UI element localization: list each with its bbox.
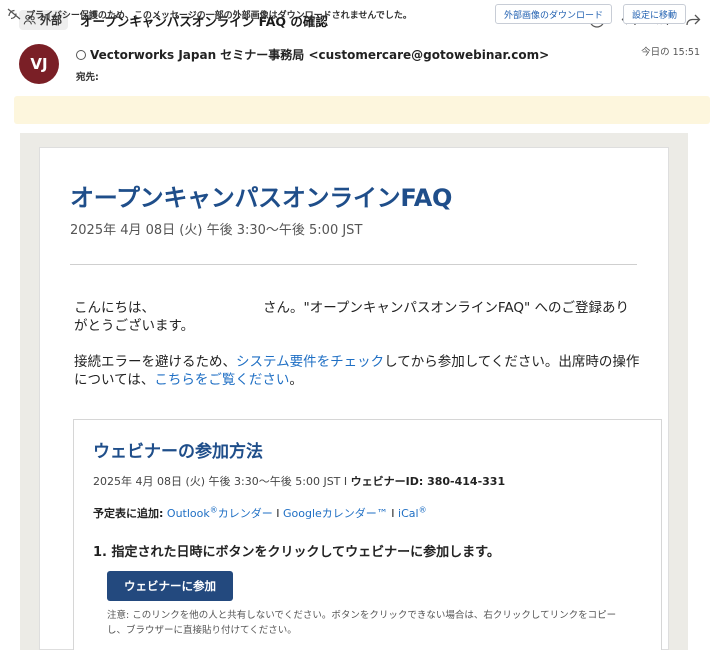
presence-circle-icon — [76, 49, 86, 60]
join-webinar-button[interactable]: ウェビナーに参加 — [107, 571, 233, 601]
instructions-paragraph: 接続エラーを避けるため、システム要件をチェックしてから参加してください。出席時の… — [74, 353, 642, 389]
privacy-banner-text: プライバシー保護のため、このメッセージの一部の外部画像はダウンロードされませんで… — [26, 11, 412, 21]
divider — [70, 264, 637, 265]
greeting-start: こんにちは、 — [74, 300, 155, 316]
p2-before: 接続エラーを避けるため、 — [74, 354, 236, 370]
download-images-button[interactable]: 外部画像のダウンロード — [495, 4, 613, 24]
system-requirements-link[interactable]: システム要件をチェック — [236, 354, 384, 370]
webinar-date: 2025年 4月 08日 (火) 午後 3:30～午後 5:00 JST I — [93, 475, 351, 488]
greeting-end: さん。"オープンキャンパスオンラインFAQ" へのご登録ありがとうございます。 — [74, 300, 630, 334]
recipient-label: 宛先: — [76, 72, 99, 83]
share-warning-note: 注意: このリンクを他の人と共有しないでください。ボタンをクリックできない場合は… — [107, 610, 617, 636]
ical-link[interactable]: iCal® — [398, 505, 427, 520]
ical-reg: ® — [418, 505, 427, 515]
outlook-cal-text: カレンダー — [217, 507, 273, 520]
greeting-paragraph: こんにちは、 さん。"オープンキャンパスオンラインFAQ" へのご登録ありがとうご… — [74, 299, 642, 335]
add-to-calendar: 予定表に追加: Outlook®カレンダー I Googleカレンダー™ I i… — [93, 505, 427, 521]
attendance-help-link[interactable]: こちらをご覧ください — [154, 372, 289, 388]
email-title: オープンキャンパスオンラインFAQ — [70, 184, 453, 212]
email-date: 2025年 4月 08日 (火) 午後 3:30～午後 5:00 JST — [70, 223, 363, 238]
calendar-label: 予定表に追加: — [93, 507, 164, 520]
google-calendar-link[interactable]: Googleカレンダー™ — [283, 507, 388, 520]
how-to-join-title: ウェビナーの参加方法 — [93, 442, 263, 462]
webinar-id: ウェビナーID: 380-414-331 — [350, 475, 506, 488]
webinar-date-id: 2025年 4月 08日 (火) 午後 3:30～午後 5:00 JST I ウ… — [93, 473, 505, 489]
sender-name-email: Vectorworks Japan セミナー事務局 <customercare@… — [90, 48, 550, 62]
outlook-reg: ® — [209, 505, 218, 515]
sep-2: I — [387, 507, 399, 520]
privacy-banner — [14, 96, 710, 124]
sender-line[interactable]: Vectorworks Japan セミナー事務局 <customercare@… — [76, 46, 549, 63]
outlook-text: Outlook — [166, 507, 210, 520]
step-1-text: 1. 指定された日時にボタンをクリックしてウェビナーに参加します。 — [93, 545, 500, 560]
forward-icon — [686, 14, 701, 26]
outlook-calendar-link[interactable]: Outlook®カレンダー — [166, 505, 273, 520]
privacy-icon — [7, 8, 21, 20]
go-to-settings-button[interactable]: 設定に移動 — [623, 4, 687, 24]
received-time: 今日の 15:51 — [641, 47, 700, 58]
sep-1: I — [272, 507, 283, 520]
sender-avatar: VJ — [19, 44, 59, 84]
ical-text: iCal — [398, 507, 419, 520]
p2-end: 。 — [289, 372, 303, 388]
